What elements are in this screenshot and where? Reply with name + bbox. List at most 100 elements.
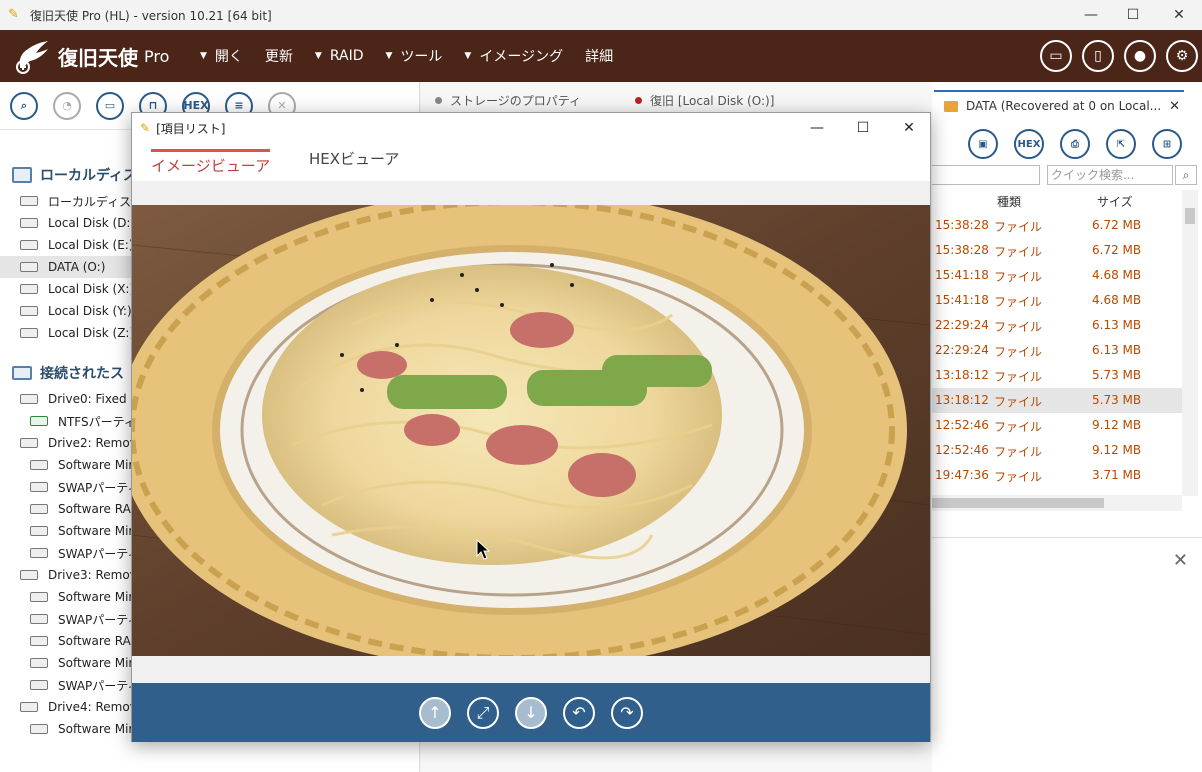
- card-icon[interactable]: ▭: [1040, 40, 1072, 72]
- cell-type: ファイル: [994, 345, 1043, 359]
- maximize-button[interactable]: ☐: [1110, 0, 1156, 30]
- menu-item-label: 開く: [214, 49, 243, 65]
- close-tab-icon[interactable]: ✕: [1169, 99, 1180, 114]
- center-tab[interactable]: 復旧 [Local Disk (O:)]: [635, 92, 774, 109]
- disk-label: Local Disk (X:): [48, 282, 135, 296]
- dialog-minimize-button[interactable]: —: [794, 113, 840, 143]
- table-row[interactable]: 22:29:24 ファイル 6.13 MB: [932, 338, 1182, 363]
- caret-down-icon: ▼: [464, 51, 472, 61]
- hex-icon[interactable]: HEX: [1014, 129, 1044, 159]
- file-list-pane: DATA (Recovered at 0 on Local... ✕ ▣ HEX…: [932, 82, 1202, 772]
- cell-time: 13:18:12: [935, 368, 989, 382]
- viewer-tab[interactable]: HEXビューア: [309, 148, 399, 178]
- viewer-tab[interactable]: イメージビューア: [151, 149, 271, 179]
- menu-item[interactable]: 詳細: [585, 46, 613, 66]
- panel-icon[interactable]: ▯: [1082, 40, 1114, 72]
- menu-item[interactable]: ▼ RAID: [315, 48, 364, 64]
- item-viewer-dialog: ✎ [項目リスト] — ☐ ✕ イメージビューア HEXビューア ↑ ⤢ ↓ ↶…: [131, 112, 931, 742]
- preview-panel: ✕: [932, 537, 1202, 772]
- table-row[interactable]: 15:38:28 ファイル 6.72 MB: [932, 213, 1182, 238]
- storage-label: SWAPパーティ: [58, 678, 140, 693]
- table-row[interactable]: 15:38:28 ファイル 6.72 MB: [932, 238, 1182, 263]
- table-row[interactable]: 19:47:36 ファイル 3.71 MB: [932, 463, 1182, 488]
- app-logo-icon: ✎: [8, 7, 19, 22]
- cell-type: ファイル: [994, 320, 1043, 334]
- menu-item[interactable]: ▼ イメージング: [464, 46, 563, 66]
- minimize-button[interactable]: —: [1068, 0, 1114, 30]
- column-size[interactable]: サイズ: [1097, 193, 1133, 210]
- folder-icon: [944, 100, 958, 112]
- title-bar: ✎ 復旧天使 Pro (HL) - version 10.21 [64 bit]…: [0, 0, 1202, 30]
- export-icon[interactable]: ⇱: [1106, 129, 1136, 159]
- cell-size: 5.73 MB: [1092, 393, 1142, 407]
- disk-label: Local Disk (Y:): [48, 304, 132, 318]
- drive-icon: [30, 526, 48, 536]
- rotate-right-icon[interactable]: ↷: [611, 696, 643, 729]
- angel-wing-icon: [16, 41, 48, 74]
- close-panel-icon[interactable]: ✕: [1173, 550, 1188, 571]
- search-icon[interactable]: ⌕: [10, 91, 38, 120]
- storage-label: Drive2: Remov: [48, 436, 137, 450]
- cell-type: ファイル: [994, 445, 1043, 459]
- tab-label: 復旧 [Local Disk (O:)]: [650, 93, 775, 108]
- scan-icon[interactable]: ◔: [53, 91, 81, 120]
- cell-time: 22:29:24: [935, 343, 989, 357]
- scroll-thumb[interactable]: [932, 498, 1104, 508]
- cell-type: ファイル: [994, 420, 1043, 434]
- brand-suffix: Pro: [144, 46, 170, 66]
- table-row[interactable]: 15:41:18 ファイル 4.68 MB: [932, 263, 1182, 288]
- cell-time: 12:52:46: [935, 443, 989, 457]
- viewer-nav-bar: ↑ ⤢ ↓ ↶ ↷: [132, 683, 930, 742]
- drive-icon: [30, 482, 48, 492]
- dialog-close-button[interactable]: ✕: [886, 113, 932, 143]
- drive-icon: [30, 614, 48, 624]
- drive-icon: [30, 680, 48, 690]
- menu-item[interactable]: ▼ ツール: [386, 46, 443, 66]
- scroll-thumb[interactable]: [1185, 208, 1195, 224]
- center-tab[interactable]: ストレージのプロパティ: [435, 92, 581, 109]
- cell-size: 6.13 MB: [1092, 343, 1142, 357]
- quick-search-input[interactable]: クイック検索...: [1047, 165, 1173, 185]
- disk-icon: [20, 262, 38, 272]
- table-row[interactable]: 13:18:12 ファイル 5.73 MB: [932, 388, 1182, 413]
- table-row[interactable]: 12:52:46 ファイル 9.12 MB: [932, 438, 1182, 463]
- dialog-maximize-button[interactable]: ☐: [840, 113, 886, 143]
- menu-item[interactable]: 更新: [265, 46, 293, 66]
- user-icon[interactable]: ●: [1124, 40, 1156, 72]
- close-button[interactable]: ✕: [1156, 0, 1202, 30]
- caret-down-icon: ▼: [385, 51, 393, 61]
- arrow-up-icon[interactable]: ↑: [419, 696, 451, 729]
- status-dot-icon: [635, 96, 643, 104]
- disk-label: Local Disk (D:): [48, 216, 136, 230]
- cell-type: ファイル: [994, 395, 1043, 409]
- tab-recovered-data[interactable]: DATA (Recovered at 0 on Local... ✕: [934, 90, 1184, 120]
- arrow-down-icon[interactable]: ↓: [515, 696, 547, 729]
- cell-size: 6.13 MB: [1092, 318, 1142, 332]
- table-row[interactable]: 22:29:24 ファイル 6.13 MB: [932, 313, 1182, 338]
- search-icon[interactable]: ⌕: [1175, 165, 1197, 185]
- tree-icon[interactable]: ⊞: [1152, 129, 1182, 159]
- settings-icon[interactable]: ⚙: [1166, 40, 1198, 72]
- horizontal-scrollbar[interactable]: [932, 495, 1182, 511]
- rotate-left-icon[interactable]: ↶: [563, 696, 595, 729]
- drive-icon[interactable]: ▭: [96, 91, 124, 120]
- save-icon[interactable]: ▣: [968, 129, 998, 159]
- cell-size: 4.68 MB: [1092, 293, 1142, 307]
- tab-label: ストレージのプロパティ: [450, 93, 582, 108]
- image-preview: [132, 205, 930, 656]
- table-row[interactable]: 15:41:18 ファイル 4.68 MB: [932, 288, 1182, 313]
- drive-icon: [30, 658, 48, 668]
- fit-screen-icon[interactable]: ⤢: [467, 696, 499, 729]
- table-row[interactable]: 13:18:12 ファイル 5.73 MB: [932, 363, 1182, 388]
- path-field[interactable]: [932, 165, 1040, 185]
- column-type[interactable]: 種類: [997, 193, 1021, 210]
- storage-label: SWAPパーティ: [58, 612, 140, 627]
- disk-label: Local Disk (E:): [48, 238, 134, 252]
- table-row[interactable]: 12:52:46 ファイル 9.12 MB: [932, 413, 1182, 438]
- cell-size: 5.73 MB: [1092, 368, 1142, 382]
- disk-icon: [20, 284, 38, 294]
- menu-item[interactable]: ▼ 開く: [200, 46, 243, 66]
- print-icon[interactable]: ⎙: [1060, 129, 1090, 159]
- vertical-scrollbar[interactable]: [1182, 190, 1198, 496]
- menu-item-label: 更新: [264, 49, 293, 65]
